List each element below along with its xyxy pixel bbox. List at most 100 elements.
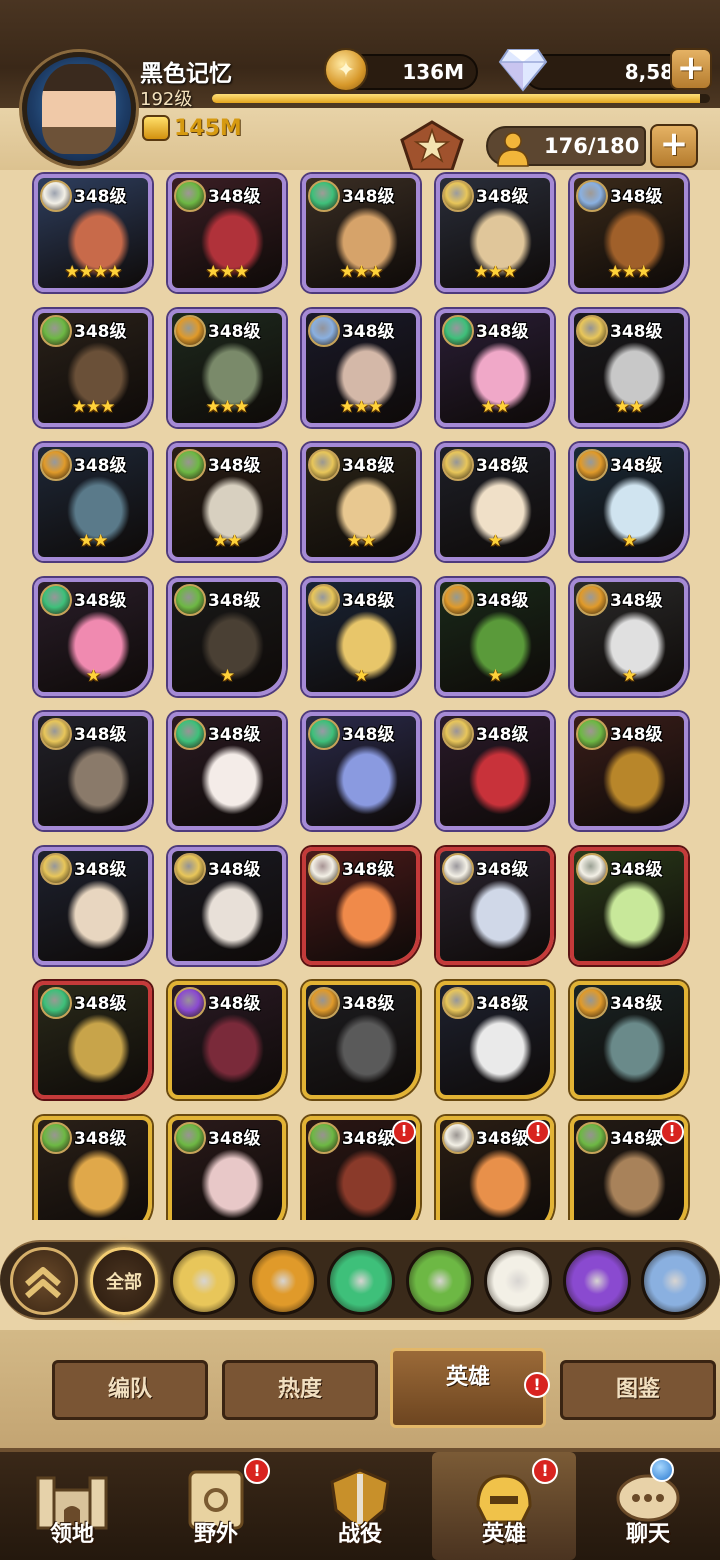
gold-coin-icon: ✦ (324, 48, 368, 92)
graveborn-faction-icon (174, 1121, 206, 1154)
hero-level: 348级 (476, 1128, 529, 1149)
add-gems-button[interactable]: + (670, 48, 712, 90)
hero-card[interactable]: 348级 ★ (436, 577, 554, 696)
filter-maulers-button[interactable] (248, 1247, 317, 1315)
hero-stars: ★★★ (339, 262, 384, 282)
hero-card[interactable]: 348级 ★★★★ (34, 174, 152, 292)
hero-card[interactable]: 348级! (570, 1115, 688, 1220)
hero-level: 348级 (74, 1128, 127, 1149)
maulers-faction-icon (442, 583, 474, 616)
hero-card[interactable]: 348级 (34, 981, 152, 1099)
tab-heroes[interactable]: 英雄 (390, 1348, 546, 1428)
hero-card[interactable]: 348级 ★★★ (436, 174, 554, 292)
hero-card[interactable]: 348级 ★★ (436, 308, 554, 427)
filter-dimensional-button[interactable] (641, 1247, 709, 1315)
hero-card[interactable]: 348级 (570, 981, 688, 1099)
hero-card[interactable]: 348级 ★★ (34, 443, 152, 561)
hero-card[interactable]: 348级 ★★★ (34, 308, 152, 427)
hero-card[interactable]: 348级 (34, 712, 152, 830)
player-level: 192级 (140, 89, 193, 110)
hero-level: 348级 (208, 859, 261, 880)
filter-wilder-button[interactable] (327, 1247, 395, 1315)
nav-alert-badge: ! (244, 1458, 270, 1484)
hero-card[interactable]: 348级 ★★★ (168, 308, 286, 427)
hero-card[interactable]: 348级 ★ (436, 443, 554, 561)
hero-emblem-icon[interactable] (396, 118, 468, 174)
nav-label: 领地 (49, 1522, 94, 1547)
hero-card[interactable]: 348级 (436, 712, 554, 830)
tab-codex[interactable]: 图鉴 (560, 1360, 716, 1420)
diamond-icon (498, 49, 548, 92)
hero-card[interactable]: 348级 ★★ (570, 308, 688, 427)
nav-campaign[interactable]: 战役 (288, 1452, 432, 1560)
hero-card[interactable]: 348级 ★★★ (302, 308, 420, 427)
filter-graveborn-button[interactable] (405, 1247, 474, 1315)
hero-level: 348级 (74, 321, 127, 342)
filter-all-button[interactable]: 全部 (90, 1247, 158, 1315)
hero-card[interactable]: 348级 ★★★ (302, 174, 420, 292)
hero-card[interactable]: 348级 ★★ (302, 443, 420, 561)
filter-lightbearer-button[interactable] (170, 1247, 238, 1315)
hero-card[interactable]: 348级 (436, 981, 554, 1099)
nav-territory[interactable]: 领地 (0, 1452, 144, 1560)
hero-level: 348级 (610, 1128, 663, 1149)
wilder-faction-icon (40, 987, 72, 1019)
hero-card[interactable]: 348级 ★★★ (570, 174, 688, 292)
maulers-faction-icon (576, 449, 608, 481)
hero-card[interactable]: 348级 (168, 981, 286, 1099)
hero-card[interactable]: 348级 (168, 846, 286, 965)
hero-stars: ★ (219, 665, 235, 686)
nav-label: 英雄 (481, 1522, 526, 1547)
hero-stars: ★★★ (71, 396, 116, 417)
hero-card[interactable]: 348级! (436, 1115, 554, 1220)
hero-card[interactable]: 348级 (302, 846, 420, 965)
gold-value: 136M (402, 60, 464, 84)
hero-card[interactable]: 348级 ★ (34, 577, 152, 696)
hero-card[interactable]: 348级 ★ (168, 577, 286, 696)
hero-level: 348级 (476, 994, 529, 1014)
hero-card[interactable]: 348级 (570, 712, 688, 830)
player-avatar[interactable] (22, 52, 136, 166)
hero-level: 348级 (610, 859, 663, 880)
hero-alert-badge: ! (526, 1119, 550, 1144)
hero-alert-badge: ! (660, 1119, 684, 1144)
hero-grid[interactable]: 348级 ★★★★ 348级 ★★★ 348级 ★★★ 348级 ★★★ 348级 ★★★ 348级… (0, 170, 720, 1220)
wilder-faction-icon (174, 718, 206, 750)
lightbearer-faction-icon (40, 718, 72, 750)
hero-stars: ★ (621, 531, 637, 551)
nav-chat[interactable]: 聊天 (576, 1452, 720, 1560)
hero-card[interactable]: 348级 (570, 846, 688, 965)
hero-card[interactable]: 348级 (168, 1115, 286, 1220)
hero-level: 348级 (342, 321, 395, 342)
hero-card[interactable]: 348级 ★ (302, 577, 420, 696)
filter-celestial-button[interactable] (484, 1247, 552, 1315)
hero-card[interactable]: 348级 (34, 1115, 152, 1220)
hero-card[interactable]: 348级 (34, 846, 152, 965)
graveborn-faction-icon (174, 449, 206, 481)
hero-card[interactable]: 348级 (302, 981, 420, 1099)
hero-level: 348级 (342, 187, 395, 207)
celestial-faction-icon (308, 852, 340, 885)
tab-popularity[interactable]: 热度 (222, 1360, 378, 1420)
hero-card[interactable]: 348级 ★ (570, 443, 688, 561)
lightbearer-faction-icon (442, 449, 474, 481)
celestial-faction-icon (40, 180, 72, 212)
hero-card[interactable]: 348级 (436, 846, 554, 965)
hero-level: 348级 (342, 994, 395, 1014)
hero-card[interactable]: 348级 ★ (570, 577, 688, 696)
hero-card[interactable]: 348级! (302, 1115, 420, 1220)
avatar-portrait (42, 64, 116, 154)
hero-card[interactable]: 348级 ★★ (168, 443, 286, 561)
expand-capacity-button[interactable]: + (650, 124, 698, 168)
hero-level: 348级 (208, 1128, 261, 1149)
filter-hypogean-button[interactable] (562, 1247, 631, 1315)
combat-power: 145M (142, 115, 242, 141)
maulers-faction-icon (576, 987, 608, 1019)
hero-card[interactable]: 348级 (302, 712, 420, 830)
hero-card[interactable]: 348级 ★★★ (168, 174, 286, 292)
hero-level: 348级 (208, 456, 261, 476)
tab-formation[interactable]: 编队 (52, 1360, 208, 1420)
lightbearer-faction-icon (308, 583, 340, 616)
hero-card[interactable]: 348级 (168, 712, 286, 830)
hero-level: 348级 (610, 321, 663, 342)
